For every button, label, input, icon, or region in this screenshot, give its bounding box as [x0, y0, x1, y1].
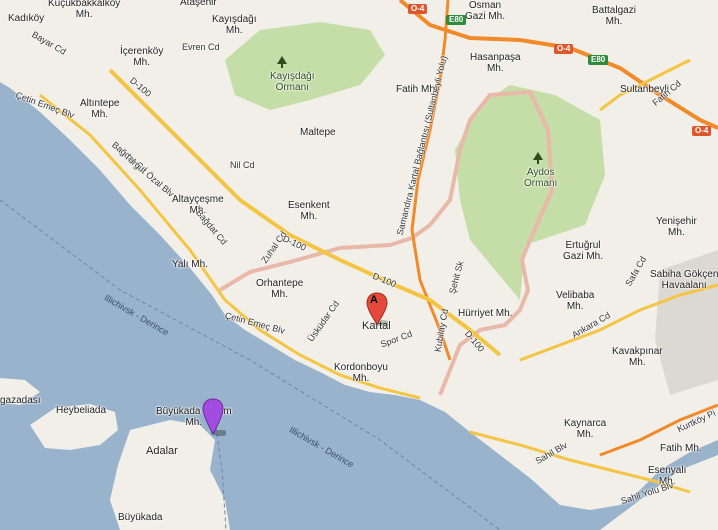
place-label: Hasanpaşa Mh. — [470, 52, 521, 74]
tree-icon — [277, 56, 287, 68]
place-label: Küçükbakkalkoy Mh. — [48, 0, 121, 20]
place-label: Fatih Mh. — [660, 443, 702, 454]
place-label: Ertuğrul Gazi Mh. — [563, 240, 604, 262]
place-label: Orhantepe Mh. — [256, 278, 304, 300]
place-label: İçerenköy Mh. — [120, 46, 164, 68]
highway-shield: O-4 — [554, 44, 574, 54]
park-label: Kayışdağı Ormanı — [270, 71, 315, 93]
road-label: Nil Cd — [230, 160, 255, 170]
place-label: Adalar — [146, 445, 178, 457]
marker-letter: A — [370, 294, 378, 306]
place-label: Kaynarca Mh. — [564, 418, 607, 440]
place-label: Kayışdağı Mh. — [212, 14, 257, 36]
highway-shield: O-4 — [692, 126, 712, 136]
highway-shield: E80 — [588, 55, 609, 65]
place-label: Osman Gazi Mh. — [465, 0, 506, 22]
place-label: Maltepe — [300, 127, 336, 138]
place-label: Ataşehir — [180, 0, 217, 8]
park-label: Aydos Ormanı — [524, 167, 558, 189]
place-label: Battalgazi Mh. — [592, 5, 636, 27]
map-pin-icon[interactable] — [202, 398, 226, 436]
road-label: Evren Cd — [182, 42, 220, 52]
place-label: Kavakpınar Mh. — [612, 346, 663, 368]
place-label: Yenişehir Mh. — [656, 216, 697, 238]
map-canvas[interactable]: Küçükbakkalkoy Mh. Kadıköy Ataşehir Kayı… — [0, 0, 718, 530]
place-label: Sabiha Gökçen Havaalanı — [650, 269, 718, 291]
map-base — [0, 0, 718, 530]
highway-shield: O-4 — [408, 4, 428, 14]
place-label: Velibaba Mh. — [556, 290, 595, 312]
place-label: Altıntepe Mh. — [80, 98, 120, 120]
place-label: Kordonboyu Mh. — [334, 362, 388, 384]
place-label: Kadıköy — [8, 13, 45, 24]
place-label: Esenkent Mh. — [288, 200, 330, 222]
place-label: Yalı Mh. — [172, 259, 208, 270]
place-label: Heybeliada — [56, 405, 107, 416]
place-label: Büyükada — [118, 512, 163, 523]
tree-icon — [533, 152, 543, 164]
place-label: gazadası — [0, 395, 41, 406]
place-label: Hürriyet Mh. — [458, 308, 513, 319]
highway-shield: E80 — [446, 15, 467, 25]
